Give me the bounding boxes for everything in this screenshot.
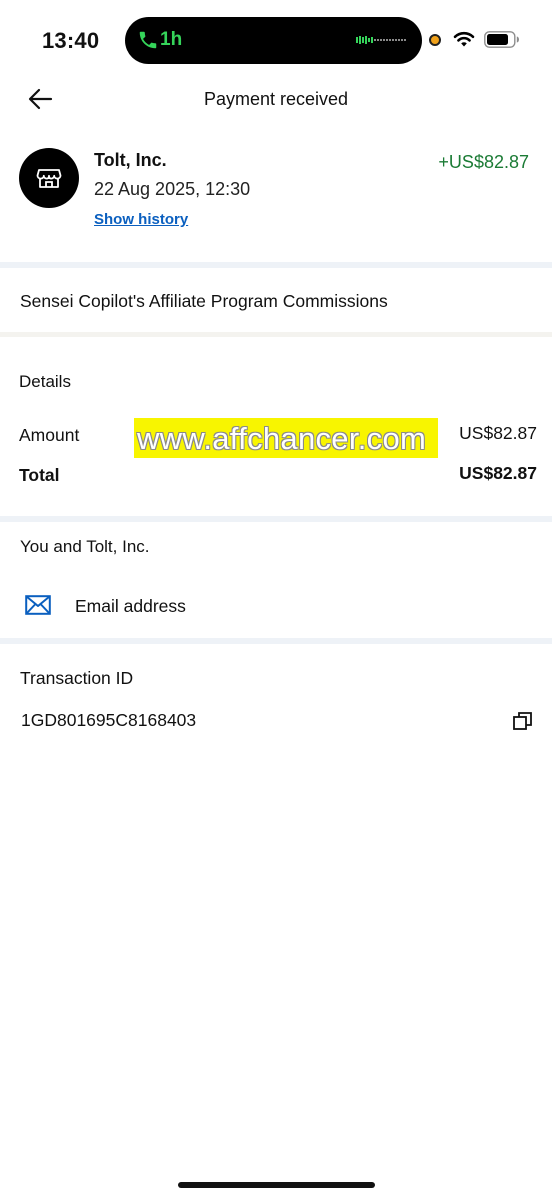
section-divider — [0, 332, 552, 337]
waveform-icon — [356, 36, 406, 44]
merchant-avatar — [19, 148, 79, 208]
transaction-date: 22 Aug 2025, 12:30 — [94, 179, 251, 199]
transaction-id-value: 1GD801695C8168403 — [21, 710, 197, 730]
received-amount: +US$82.87 — [438, 152, 529, 172]
section-divider — [0, 262, 552, 268]
section-divider — [0, 516, 552, 522]
show-history-link[interactable]: Show history — [94, 211, 188, 228]
call-duration: 1h — [160, 29, 183, 50]
camera-indicator-icon — [429, 34, 441, 46]
amount-label: Amount — [19, 425, 80, 445]
details-heading: Details — [19, 372, 71, 391]
status-bar: 13:40 1h — [0, 0, 552, 80]
amount-value: US$82.87 — [459, 423, 537, 443]
total-value: US$82.87 — [459, 463, 537, 483]
payment-note: Sensei Copilot's Affiliate Program Commi… — [20, 291, 388, 311]
email-address-row[interactable]: Email address — [0, 580, 552, 630]
merchant-summary: Tolt, Inc. 22 Aug 2025, 12:30 Show histo… — [0, 148, 552, 258]
mail-icon — [25, 595, 51, 615]
merchant-name: Tolt, Inc. — [94, 150, 167, 170]
transaction-id-heading: Transaction ID — [20, 668, 134, 688]
status-time: 13:40 — [42, 28, 100, 53]
home-indicator[interactable] — [178, 1182, 375, 1188]
copy-icon[interactable] — [512, 710, 534, 732]
page-title: Payment received — [203, 89, 349, 109]
watermark-text: www.affchancer.com — [137, 421, 427, 456]
total-label: Total — [19, 465, 60, 485]
phone-icon — [139, 31, 157, 49]
contact-heading: You and Tolt, Inc. — [20, 537, 150, 556]
email-address-label: Email address — [75, 596, 186, 616]
section-divider — [0, 638, 552, 644]
battery-icon — [484, 31, 519, 48]
dynamic-island-call[interactable]: 1h — [125, 17, 422, 64]
wifi-icon — [453, 31, 475, 47]
watermark-overlay: www.affchancer.com — [134, 418, 438, 458]
app-header: Payment received — [0, 80, 552, 120]
storefront-icon — [36, 169, 62, 188]
